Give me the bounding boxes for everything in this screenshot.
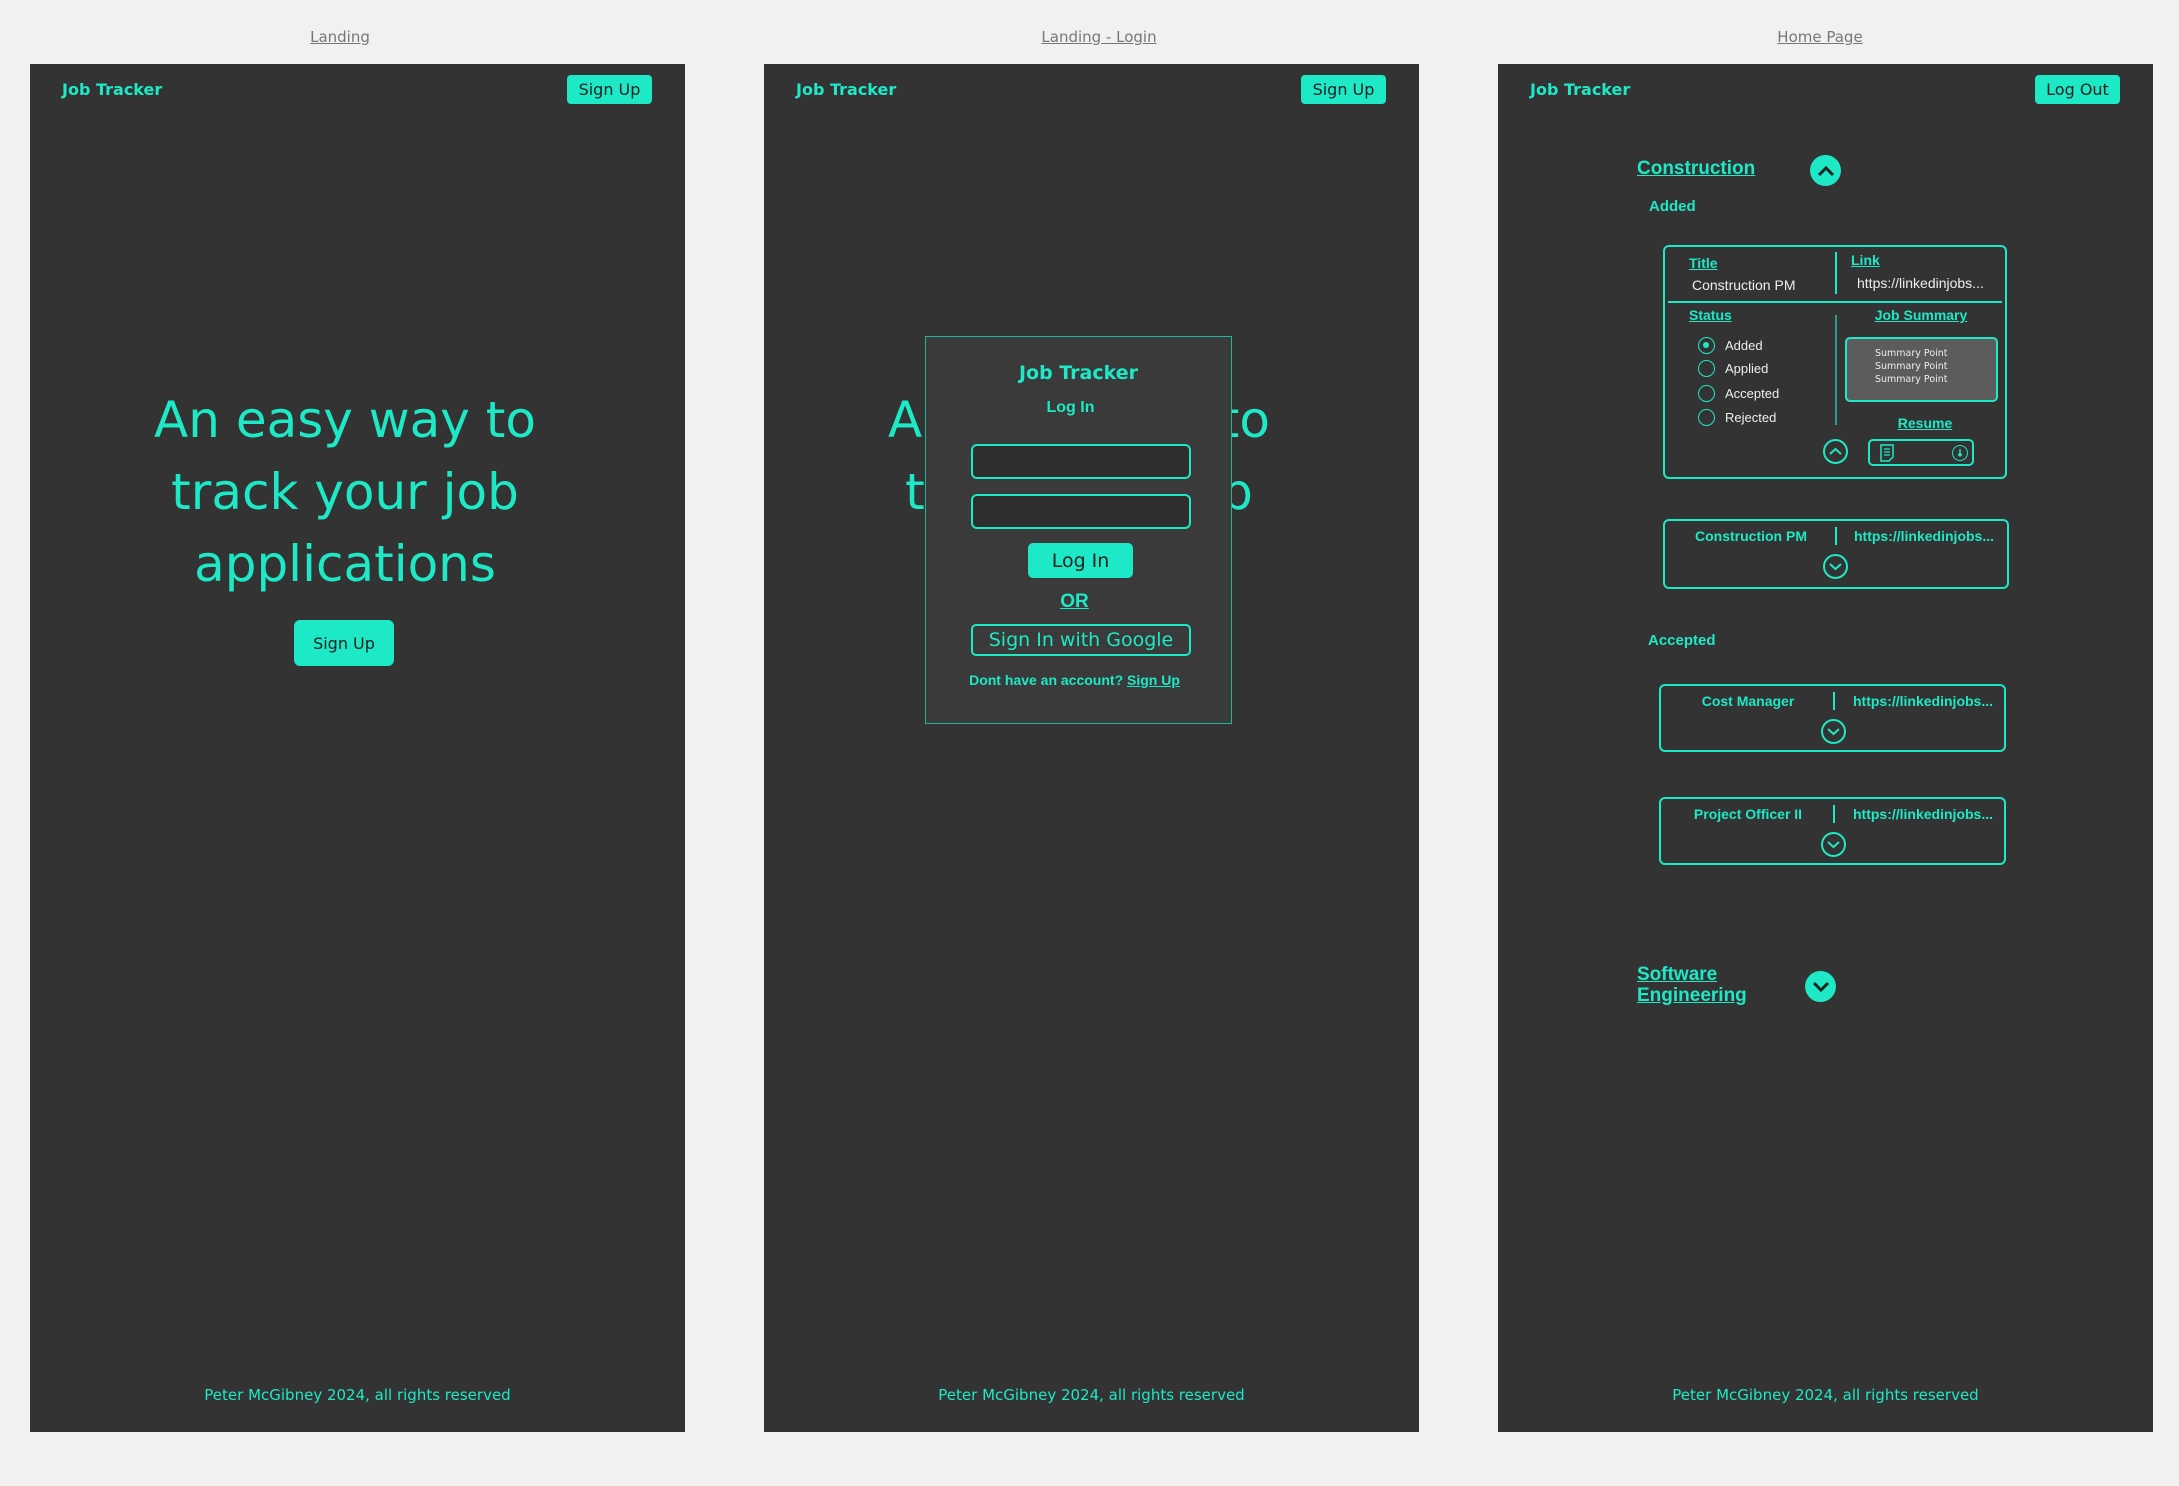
- summary-point: Summary Point: [1875, 374, 1948, 385]
- status-radio-applied[interactable]: [1698, 360, 1715, 377]
- expand-card-icon[interactable]: [1823, 554, 1848, 579]
- job-card[interactable]: Cost Manager https://linkedinjobs...: [1659, 684, 2006, 752]
- status-option-label: Added: [1725, 338, 1763, 353]
- category-label-line: Software: [1637, 964, 1718, 985]
- job-summary-label: Job Summary: [1874, 307, 1968, 323]
- modal-subtitle: Log In: [1046, 399, 1095, 416]
- category-construction[interactable]: Construction: [1637, 158, 1755, 180]
- status-radio-rejected[interactable]: [1698, 409, 1715, 426]
- login-modal: Job Tracker Log In Log In OR Sign In wit…: [925, 336, 1232, 724]
- headline-line: track your job: [171, 463, 519, 521]
- category-software-engineering[interactable]: Software Engineering: [1637, 964, 1747, 1006]
- login-button[interactable]: Log In: [1028, 543, 1133, 578]
- divider: [1833, 805, 1835, 823]
- job-card[interactable]: Construction PM https://linkedinjobs...: [1663, 519, 2009, 589]
- status-option-label: Rejected: [1725, 410, 1777, 425]
- status-option-label: Accepted: [1725, 386, 1780, 401]
- google-signin-button[interactable]: Sign In with Google: [971, 624, 1191, 656]
- header-signup-button[interactable]: Sign Up: [567, 75, 652, 104]
- landing-frame: Job Tracker Sign Up An easy way to track…: [30, 64, 685, 1432]
- job-card-expanded: Title Construction PM Link https://linke…: [1663, 245, 2007, 479]
- expand-card-icon[interactable]: [1821, 832, 1846, 857]
- signup-prompt-text: Dont have an account?: [969, 672, 1124, 688]
- modal-title: Job Tracker: [1018, 362, 1139, 384]
- divider: [1833, 692, 1835, 710]
- footer-text: Peter McGibney 2024, all rights reserved: [938, 1386, 1245, 1404]
- collapse-category-icon[interactable]: [1810, 155, 1841, 186]
- signup-prompt: Dont have an account? Sign Up: [922, 672, 1227, 688]
- login-frame: Job Tracker Sign Up An easy way to track…: [764, 64, 1419, 1432]
- frame-label-landing: Landing: [310, 28, 370, 46]
- headline-line: An easy way to: [154, 391, 536, 449]
- divider: [1668, 301, 2002, 303]
- job-summary-box[interactable]: Summary Point Summary Point Summary Poin…: [1845, 337, 1998, 402]
- summary-point: Summary Point: [1875, 348, 1948, 359]
- footer-text: Peter McGibney 2024, all rights reserved: [204, 1386, 511, 1404]
- status-radio-added[interactable]: [1698, 337, 1715, 354]
- document-icon[interactable]: [1880, 444, 1894, 462]
- or-divider: OR: [1060, 591, 1089, 612]
- logout-button[interactable]: Log Out: [2035, 75, 2120, 104]
- resume-box: [1868, 439, 1974, 466]
- footer-text: Peter McGibney 2024, all rights reserved: [1672, 1386, 1979, 1404]
- summary-point: Summary Point: [1875, 361, 1948, 372]
- app-logo[interactable]: Job Tracker: [1530, 80, 1630, 99]
- header-signup-button[interactable]: Sign Up: [1301, 75, 1386, 104]
- job-title: Cost Manager: [1701, 693, 1795, 709]
- job-card[interactable]: Project Officer II https://linkedinjobs.…: [1659, 797, 2006, 865]
- expand-category-icon[interactable]: [1805, 971, 1836, 1002]
- resume-label: Resume: [1897, 415, 1953, 431]
- hero-signup-button[interactable]: Sign Up: [294, 620, 394, 666]
- title-value[interactable]: Construction PM: [1692, 277, 1795, 293]
- home-frame: Job Tracker Log Out Construction Added T…: [1498, 64, 2153, 1432]
- status-option-label: Applied: [1725, 361, 1769, 376]
- link-value[interactable]: https://linkedinjobs...: [1857, 275, 1984, 291]
- divider: [1835, 527, 1837, 545]
- hero-headline: An easy way to track your job applicatio…: [30, 384, 660, 600]
- username-input[interactable]: [971, 444, 1191, 479]
- status-radio-accepted[interactable]: [1698, 385, 1715, 402]
- collapse-card-icon[interactable]: [1823, 439, 1848, 464]
- password-input[interactable]: [971, 494, 1191, 529]
- signup-link[interactable]: Sign Up: [1127, 672, 1180, 688]
- link-label: Link: [1851, 252, 1880, 268]
- job-link[interactable]: https://linkedinjobs...: [1853, 693, 1993, 709]
- job-link[interactable]: https://linkedinjobs...: [1853, 806, 1993, 822]
- frame-label-login: Landing - Login: [1041, 28, 1157, 46]
- download-icon[interactable]: [1952, 445, 1968, 461]
- status-label: Status: [1689, 307, 1732, 323]
- app-logo[interactable]: Job Tracker: [62, 80, 162, 99]
- job-link[interactable]: https://linkedinjobs...: [1854, 528, 1994, 544]
- frame-label-home: Home Page: [1777, 28, 1863, 46]
- job-title: Project Officer II: [1693, 806, 1803, 822]
- app-logo[interactable]: Job Tracker: [796, 80, 896, 99]
- headline-line: applications: [194, 535, 496, 593]
- job-title: Construction PM: [1695, 528, 1807, 544]
- category-label-line: Engineering: [1637, 985, 1747, 1006]
- divider: [1835, 315, 1837, 425]
- expand-card-icon[interactable]: [1821, 719, 1846, 744]
- group-label-added: Added: [1649, 198, 1696, 215]
- group-label-accepted: Accepted: [1648, 632, 1716, 649]
- title-label: Title: [1689, 255, 1718, 271]
- divider: [1835, 252, 1837, 294]
